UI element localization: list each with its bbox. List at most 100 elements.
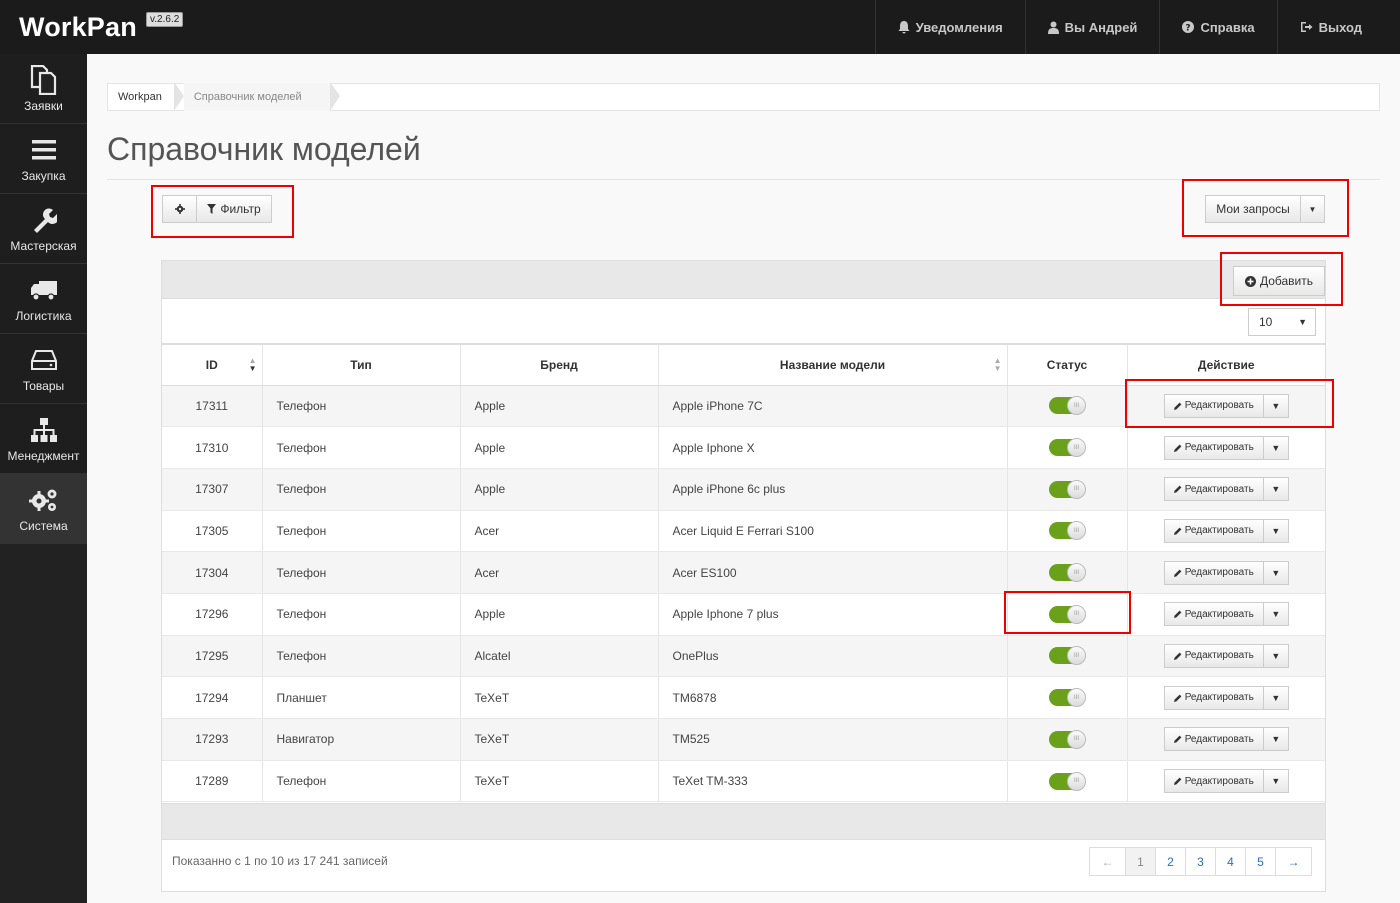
filter-button[interactable]: Фильтр [196,195,272,223]
column-label: Тип [350,357,372,372]
pagination-page[interactable]: 4 [1215,847,1246,876]
edit-button[interactable]: Редактировать [1163,435,1264,460]
edit-dropdown[interactable]: ▼ [1262,435,1289,460]
column-label: Действие [1197,357,1255,372]
cell-status: III [1007,635,1128,678]
cell-model: Apple Iphone 7 plus [658,593,1008,636]
cell-model: TeXet TM-333 [658,760,1008,803]
status-toggle[interactable]: III [1049,604,1086,624]
status-toggle[interactable]: III [1049,563,1086,583]
edit-button[interactable]: Редактировать [1163,477,1264,502]
edit-button[interactable]: Редактировать [1163,560,1264,585]
panel-footer [162,803,1325,840]
edit-button[interactable]: Редактировать [1163,643,1264,668]
notifications-label: Уведомления [915,19,1003,35]
cell-type: Телефон [262,510,461,553]
help-link[interactable]: ? Справка [1159,0,1276,54]
edit-button[interactable]: Редактировать [1163,685,1264,710]
edit-button[interactable]: Редактировать [1163,727,1264,752]
pencil-icon [1173,485,1182,494]
edit-button[interactable]: Редактировать [1163,393,1264,418]
sidebar-item-purchase[interactable]: Закупка [0,124,87,194]
toggle-knob: III [1067,479,1086,499]
pagination-prev[interactable]: ← [1089,847,1126,876]
status-toggle[interactable]: III [1049,521,1086,541]
sidebar-item-label: Система [19,518,68,533]
app-logo[interactable]: WorkPan [19,12,137,43]
column-header-status[interactable]: Статус [1007,343,1128,386]
edit-label: Редактировать [1184,400,1254,412]
sidebar-item-logistics[interactable]: Логистика [0,264,87,334]
sidebar-item-goods[interactable]: Товары [0,334,87,404]
help-icon: ? [1182,21,1195,33]
column-header-id[interactable]: ID ▲ ▼ [162,343,263,386]
edit-label: Редактировать [1184,692,1254,704]
chevron-down-icon: ▼ [1271,609,1281,620]
edit-button[interactable]: Редактировать [1163,769,1264,794]
pencil-icon [1173,652,1182,660]
pencil-icon [1173,694,1182,702]
cell-brand: Apple [460,385,659,428]
add-button[interactable]: Добавить [1233,266,1325,296]
status-toggle[interactable]: III [1049,396,1086,416]
edit-dropdown[interactable]: ▼ [1262,393,1289,418]
pencil-icon [1173,777,1182,786]
my-requests-button[interactable]: Мои запросы [1205,195,1301,223]
sidebar: Заявки Закупка Мастерская Логистика Това… [0,54,87,903]
edit-button-group: Редактировать ▼ [1163,393,1289,418]
chevron-down-icon: ▼ [1271,442,1281,453]
status-toggle[interactable]: III [1049,438,1086,458]
wrench-icon [31,205,57,235]
notifications-link[interactable]: Уведомления [874,0,1025,54]
filter-icon [207,204,217,214]
edit-dropdown[interactable]: ▼ [1262,477,1289,502]
column-header-model[interactable]: Название модели ▲ ▼ [658,343,1008,386]
pagination-page[interactable]: 1 [1125,847,1156,876]
edit-button[interactable]: Редактировать [1163,602,1264,627]
pagination-page[interactable]: 2 [1155,847,1186,876]
edit-label: Редактировать [1184,483,1254,495]
user-link[interactable]: Вы Андрей [1024,0,1160,54]
edit-dropdown[interactable]: ▼ [1262,560,1289,585]
pagination-next[interactable]: → [1275,847,1312,876]
version-badge: v.2.6.2 [146,12,184,27]
chevron-down-icon: ▼ [1271,567,1281,578]
cell-action: Редактировать ▼ [1127,635,1325,678]
cell-brand: Alcatel [460,635,659,678]
cell-action: Редактировать ▼ [1127,760,1325,803]
edit-dropdown[interactable]: ▼ [1262,643,1289,668]
column-header-type[interactable]: Тип [262,343,461,386]
settings-button[interactable] [162,195,197,223]
sidebar-item-system[interactable]: Система [0,474,87,544]
edit-dropdown[interactable]: ▼ [1262,685,1289,710]
cell-id: 17307 [162,468,263,511]
sidebar-item-management[interactable]: Менеджмент [0,404,87,474]
page-length-select[interactable]: 10 ▼ [1248,308,1316,336]
sidebar-item-workshop[interactable]: Мастерская [0,194,87,264]
my-requests-dropdown[interactable]: ▼ [1300,195,1325,223]
status-toggle[interactable]: III [1049,646,1086,666]
models-table: ID ▲ ▼ Тип Бренд Название модели ▲ ▼ Статус … [162,343,1325,803]
status-toggle[interactable]: III [1049,688,1086,708]
cell-model: Apple iPhone 7C [658,385,1008,428]
breadcrumb-home[interactable]: Workpan [108,82,184,111]
edit-dropdown[interactable]: ▼ [1262,727,1289,752]
status-toggle[interactable]: III [1049,479,1086,499]
cell-brand: Apple [460,426,659,469]
pagination-page[interactable]: 5 [1245,847,1276,876]
edit-dropdown[interactable]: ▼ [1262,602,1289,627]
chevron-down-icon: ▼ [1308,204,1317,214]
panel-header [162,261,1325,299]
toggle-knob: III [1067,521,1086,541]
sidebar-item-requests[interactable]: Заявки [0,54,87,124]
sidebar-item-label: Закупка [21,168,66,183]
logout-link[interactable]: Выход [1276,0,1400,54]
edit-dropdown[interactable]: ▼ [1262,518,1289,543]
status-toggle[interactable]: III [1049,729,1086,749]
status-toggle[interactable]: III [1049,771,1086,791]
cell-model: TM6878 [658,676,1008,719]
pagination-page[interactable]: 3 [1185,847,1216,876]
edit-dropdown[interactable]: ▼ [1262,769,1289,794]
edit-button[interactable]: Редактировать [1163,518,1264,543]
column-header-brand[interactable]: Бренд [460,343,659,386]
